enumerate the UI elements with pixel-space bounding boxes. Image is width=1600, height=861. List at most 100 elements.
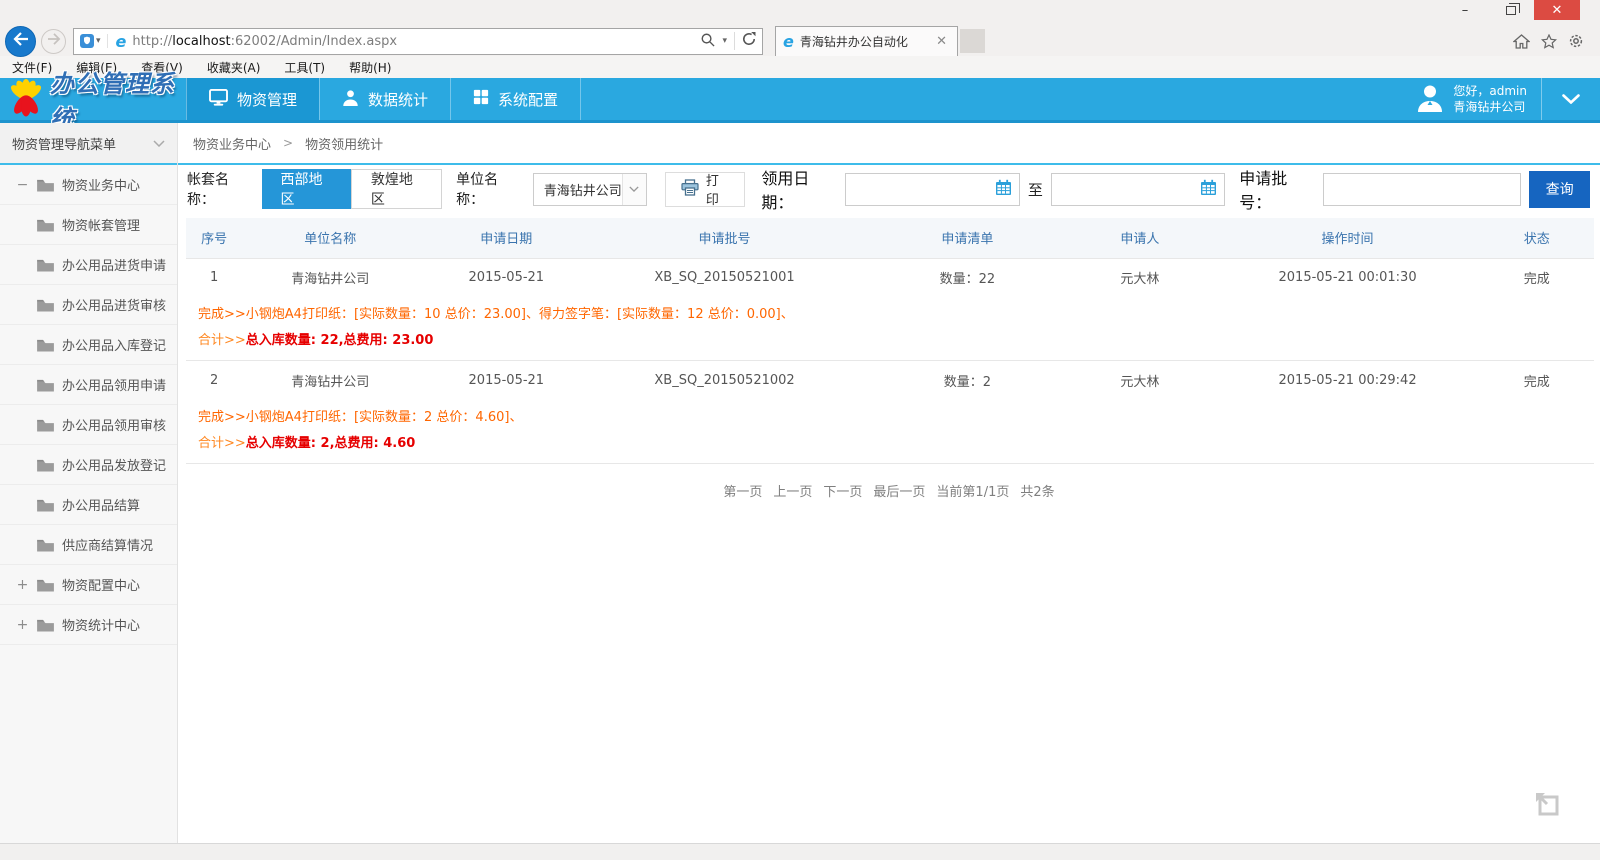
browser-menubar: 文件(F) 编辑(E) 查看(V) 收藏夹(A) 工具(T) 帮助(H) (0, 56, 1600, 78)
chevron-down-icon (153, 140, 165, 147)
security-zone-icon[interactable]: ▾ (80, 34, 108, 48)
request-date-label: 领用日期： (761, 165, 837, 213)
pagination-link[interactable]: 第一页 (723, 481, 762, 500)
table-cell: 2015-05-21 00:29:42 (1200, 361, 1496, 399)
tab-data-statistics[interactable]: 数据统计 (319, 78, 450, 120)
sidebar-item-label: 办公用品发放登记 (62, 455, 166, 474)
calendar-icon[interactable] (995, 179, 1012, 200)
sidebar-item[interactable]: 办公用品入库登记 (0, 325, 177, 365)
sidebar-item[interactable]: +物资配置中心 (0, 565, 177, 605)
sidebar-item[interactable]: 办公用品发放登记 (0, 445, 177, 485)
tab-system-config[interactable]: 系统配置 (450, 78, 581, 120)
batch-number-input[interactable] (1323, 173, 1521, 206)
expander-icon[interactable]: − (16, 177, 29, 193)
unit-select-value: 青海钻井公司 (534, 180, 622, 199)
menu-favorites[interactable]: 收藏夹(A) (207, 59, 261, 76)
chevron-down-icon: ▾ (96, 36, 101, 46)
folder-icon (36, 418, 55, 432)
close-button[interactable]: ✕ (1534, 0, 1580, 20)
table-cell: 青海钻井公司 (242, 258, 418, 296)
requests-table: 序号单位名称申请日期申请批号申请清单申请人操作时间状态 1青海钻井公司2015-… (186, 218, 1594, 464)
pagination-link[interactable]: 上一页 (773, 481, 812, 500)
app-logo: 办公管理系统 (0, 78, 186, 120)
sidebar-item[interactable]: 办公用品进货申请 (0, 245, 177, 285)
sidebar-item[interactable]: 物资帐套管理 (0, 205, 177, 245)
user-greeting: 您好，admin (1453, 83, 1527, 99)
menu-help[interactable]: 帮助(H) (349, 59, 391, 76)
sidebar-item[interactable]: 办公用品结算 (0, 485, 177, 525)
gear-icon[interactable] (1568, 33, 1584, 49)
pagination-link[interactable]: 下一页 (823, 481, 862, 500)
window-bottom-edge (0, 843, 1600, 860)
print-button[interactable]: 打印 (665, 172, 746, 207)
sidebar-item[interactable]: 供应商结算情况 (0, 525, 177, 565)
folder-icon (36, 618, 55, 632)
column-header: 申请日期 (418, 218, 594, 258)
sidebar-item-label: 办公用品入库登记 (62, 335, 166, 354)
sidebar-item[interactable]: +物资统计中心 (0, 605, 177, 645)
table-row[interactable]: 2青海钻井公司2015-05-21XB_SQ_20150521002数量：2元大… (186, 361, 1594, 399)
expander-icon[interactable]: + (16, 617, 29, 633)
divider (734, 32, 735, 50)
region-button-west[interactable]: 西部地区 (262, 169, 351, 209)
new-tab-button[interactable] (960, 29, 985, 53)
table-header-row: 序号单位名称申请日期申请批号申请清单申请人操作时间状态 (186, 218, 1594, 258)
folder-icon (36, 458, 55, 472)
unit-select[interactable]: 青海钻井公司 (533, 173, 647, 206)
back-arrow-icon (13, 32, 29, 50)
tab-close-icon[interactable]: ✕ (933, 34, 950, 49)
restore-button[interactable] (1488, 0, 1534, 20)
detail-items-line: 完成>>小钢炮A4打印纸：[实际数量：10 总价：23.00]、得力签字笔：[实… (198, 303, 1584, 326)
menu-file[interactable]: 文件(F) (12, 59, 52, 76)
search-icon[interactable] (700, 32, 715, 51)
table-detail-row: 完成>>小钢炮A4打印纸：[实际数量：10 总价：23.00]、得力签字笔：[实… (186, 296, 1594, 361)
chevron-down-icon[interactable] (1542, 94, 1600, 104)
minimize-button[interactable]: – (1442, 0, 1488, 20)
refresh-icon[interactable] (742, 32, 756, 50)
restore-icon (1506, 6, 1516, 15)
detail-total-line: 合计>>总入库数量: 22,总费用: 23.00 (198, 329, 1584, 348)
menu-tools[interactable]: 工具(T) (284, 59, 325, 76)
sidebar: 物资管理导航菜单 −物资业务中心物资帐套管理办公用品进货申请办公用品进货审核办公… (0, 123, 178, 843)
breadcrumb-parent[interactable]: 物资业务中心 (193, 134, 271, 153)
folder-icon (36, 578, 55, 592)
user-menu[interactable]: 您好，admin 青海钻井公司 (1415, 82, 1527, 116)
chevron-down-icon[interactable]: ▾ (722, 36, 727, 46)
forward-button[interactable] (41, 29, 66, 54)
browser-tab[interactable]: e 青海钻井办公自动化 ✕ (775, 26, 958, 56)
expander-icon[interactable]: + (16, 577, 29, 593)
ie-logo-icon: e (116, 32, 127, 51)
app-header: 办公管理系统 物资管理 数据统计 系统配置 您好，admin 青海钻井公司 (0, 78, 1600, 123)
table-row[interactable]: 1青海钻井公司2015-05-21XB_SQ_20150521001数量：22元… (186, 258, 1594, 296)
table-cell: 数量：22 (855, 258, 1080, 296)
sidebar-item-label: 物资业务中心 (62, 175, 140, 194)
pagination-link[interactable]: 最后一页 (873, 481, 925, 500)
sidebar-header[interactable]: 物资管理导航菜单 (0, 123, 177, 165)
home-icon[interactable] (1513, 34, 1530, 49)
sidebar-item-label: 办公用品进货申请 (62, 255, 166, 274)
region-button-dunhuang[interactable]: 敦煌地区 (351, 169, 442, 209)
sidebar-item[interactable]: 办公用品领用审核 (0, 405, 177, 445)
breadcrumb-separator: > (283, 136, 293, 150)
resize-corner-icon[interactable] (1532, 789, 1562, 823)
monitor-icon (209, 89, 228, 110)
grid-icon (473, 89, 489, 109)
sidebar-item-label: 办公用品领用审核 (62, 415, 166, 434)
url-text[interactable]: http://localhost:62002/Admin/Index.aspx (132, 34, 700, 49)
address-bar[interactable]: ▾ e http://localhost:62002/Admin/Index.a… (73, 28, 763, 55)
sidebar-item[interactable]: 办公用品进货审核 (0, 285, 177, 325)
back-button[interactable] (5, 26, 36, 57)
date-to-input[interactable] (1051, 173, 1225, 206)
date-from-input[interactable] (845, 173, 1019, 206)
unit-name-label: 单位名称： (456, 169, 523, 209)
sidebar-item[interactable]: − 物资业务中心 (0, 165, 177, 205)
sidebar-item-label: 供应商结算情况 (62, 535, 153, 554)
tab-material-management[interactable]: 物资管理 (186, 78, 319, 120)
sidebar-item[interactable]: 办公用品领用申请 (0, 365, 177, 405)
folder-icon (36, 498, 55, 512)
calendar-icon[interactable] (1200, 179, 1217, 200)
query-button[interactable]: 查询 (1529, 171, 1590, 208)
favorites-star-icon[interactable] (1541, 34, 1557, 49)
folder-icon (36, 378, 55, 392)
folder-icon (36, 338, 55, 352)
